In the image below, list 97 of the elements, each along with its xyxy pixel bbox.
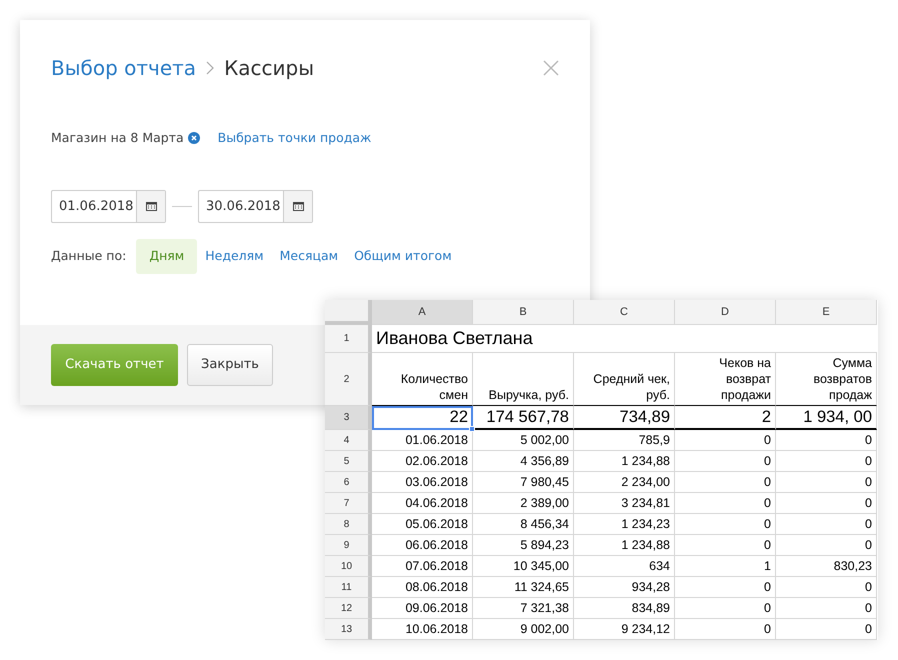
column-header: B: [473, 300, 574, 325]
calendar-icon[interactable]: [146, 201, 156, 212]
period-tab[interactable]: Неделям: [197, 238, 272, 274]
column-header: D: [675, 300, 776, 325]
row-header: 12: [325, 598, 372, 619]
store-label: Магазин на 8 Марта: [51, 129, 184, 147]
group-by-label: Данные по:: [51, 246, 126, 265]
fill-handle[interactable]: [469, 426, 475, 432]
table-cell: 1 234,88: [574, 535, 675, 556]
table-cell: 07.06.2018: [372, 556, 473, 577]
dialog-title: Кассиры: [224, 55, 314, 82]
calendar-icon[interactable]: [292, 201, 304, 212]
table-cell: 01.06.2018: [372, 430, 473, 451]
table-cell: 02.06.2018: [372, 451, 473, 472]
table-cell: 0: [675, 577, 776, 598]
table-cell: 0: [776, 493, 877, 514]
row-header: 1: [325, 325, 372, 353]
table-cell: 0: [776, 451, 877, 472]
row-header: 13: [325, 619, 372, 640]
table-cell: 0: [776, 598, 877, 619]
row-header: 10: [325, 556, 372, 577]
row-header: 6: [325, 472, 372, 493]
column-heading: Чеков на возврат продажи: [675, 353, 776, 406]
table-cell: 734,89: [574, 406, 675, 430]
table-cell: 0: [675, 493, 776, 514]
table-cell: 0: [776, 472, 877, 493]
table-cell: 785,9: [574, 430, 675, 451]
chevron-icon: [206, 61, 214, 75]
table-cell: 830,23: [776, 556, 877, 577]
period-tab[interactable]: Дням: [136, 238, 198, 274]
table-cell: 08.06.2018: [372, 577, 473, 598]
table-cell: 5 894,23: [473, 535, 574, 556]
table-cell: 11 324,65: [473, 577, 574, 598]
table-cell: 05.06.2018: [372, 514, 473, 535]
table-cell: 7 980,45: [473, 472, 574, 493]
column-heading: Сумма возвратов продаж: [776, 353, 877, 406]
table-cell: 0: [776, 514, 877, 535]
table-cell: 8 456,34: [473, 514, 574, 535]
table-cell: 834,89: [574, 598, 675, 619]
table-cell: 10.06.2018: [372, 619, 473, 640]
row-header: 11: [325, 577, 372, 598]
sheet-title: Иванова Светлана: [372, 325, 877, 353]
table-cell: 0: [675, 472, 776, 493]
table-cell: 0: [675, 535, 776, 556]
column-header: C: [574, 300, 675, 325]
row-header: 8: [325, 514, 372, 535]
breadcrumb-link[interactable]: Выбор отчета: [51, 53, 196, 83]
column-header: E: [776, 300, 877, 325]
date-from-field[interactable]: 01.06.2018: [51, 190, 166, 223]
table-cell: 0: [675, 451, 776, 472]
table-cell: 9 234,12: [574, 619, 675, 640]
column-heading: Средний чек, руб.: [574, 353, 675, 406]
date-to-field[interactable]: 30.06.2018: [198, 190, 313, 223]
table-cell: 0: [776, 430, 877, 451]
table-cell: 2 389,00: [473, 493, 574, 514]
table-cell: 0: [675, 619, 776, 640]
table-cell: 06.06.2018: [372, 535, 473, 556]
table-cell: 5 002,00: [473, 430, 574, 451]
close-button[interactable]: Закрыть: [187, 344, 273, 386]
column-header: A: [372, 300, 473, 325]
row-header: 5: [325, 451, 372, 472]
table-cell: 0: [675, 514, 776, 535]
row-header: 2: [325, 353, 372, 406]
remove-icon[interactable]: [188, 132, 200, 144]
row-header: 9: [325, 535, 372, 556]
period-tab[interactable]: Общим итогом: [346, 238, 460, 274]
table-cell: 1 234,88: [574, 451, 675, 472]
column-heading: Количество смен: [372, 353, 473, 406]
table-cell: 10 345,00: [473, 556, 574, 577]
table-cell: 03.06.2018: [372, 472, 473, 493]
table-cell: 4 356,89: [473, 451, 574, 472]
table-cell: 0: [675, 598, 776, 619]
table-cell: 0: [776, 577, 877, 598]
table-cell: 7 321,38: [473, 598, 574, 619]
row-header: 3: [325, 406, 372, 430]
table-cell: 9 002,00: [473, 619, 574, 640]
column-heading: Выручка, руб.: [473, 353, 574, 406]
table-cell: 2 234,00: [574, 472, 675, 493]
table-cell: 2: [675, 406, 776, 430]
table-cell: 1: [675, 556, 776, 577]
row-header: 4: [325, 430, 372, 451]
table-cell: 634: [574, 556, 675, 577]
table-cell: 3 234,81: [574, 493, 675, 514]
table-cell: 934,28: [574, 577, 675, 598]
download-button[interactable]: Скачать отчет: [51, 344, 178, 386]
row-header: 7: [325, 493, 372, 514]
select-points-link[interactable]: Выбрать точки продаж: [218, 129, 372, 148]
table-cell: 22: [372, 406, 473, 430]
table-cell: 0: [776, 619, 877, 640]
table-cell: 1 934, 00: [776, 406, 877, 430]
table-cell: 1 234,23: [574, 514, 675, 535]
table-cell: 0: [675, 430, 776, 451]
table-cell: 174 567,78: [473, 406, 574, 430]
table-cell: 04.06.2018: [372, 493, 473, 514]
period-tab[interactable]: Месяцам: [272, 238, 346, 274]
table-cell: 0: [776, 535, 877, 556]
table-cell: 09.06.2018: [372, 598, 473, 619]
